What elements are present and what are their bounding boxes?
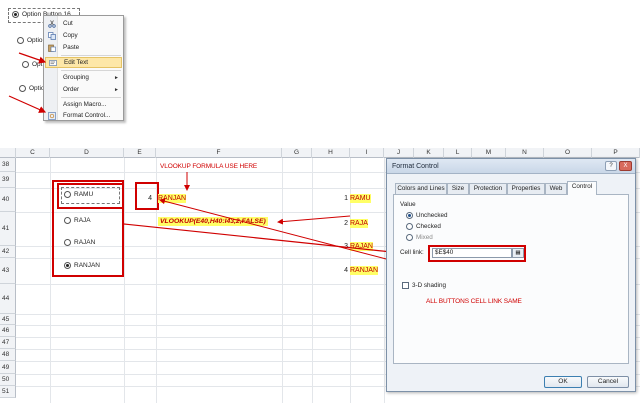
row-header[interactable]: 47 [0, 337, 16, 349]
close-button[interactable]: X [619, 161, 632, 171]
radio-icon [406, 223, 413, 230]
top-arrows [8, 52, 47, 113]
column-header[interactable]: E [124, 148, 156, 158]
option-button-ranjan[interactable]: RANJAN [64, 262, 100, 269]
radio-icon [406, 234, 413, 241]
row-header[interactable]: 43 [0, 258, 16, 284]
option-label: RAMU [74, 191, 94, 198]
option-button-raja[interactable]: RAJA [64, 217, 91, 224]
column-header[interactable]: L [444, 148, 472, 158]
value-checked-radio[interactable]: Checked [406, 223, 441, 230]
lookup-name[interactable]: RAJA [350, 219, 368, 228]
tab-colors-and-lines[interactable]: Colors and Lines [395, 183, 447, 194]
lookup-name[interactable]: RAMU [350, 194, 371, 203]
gridline [384, 158, 385, 403]
tab-size[interactable]: Size [447, 183, 469, 194]
row-header[interactable]: 50 [0, 374, 16, 386]
lookup-number[interactable]: 4 [336, 266, 348, 275]
ok-button[interactable]: OK [544, 376, 582, 388]
option-button-ramu[interactable]: RAMU [64, 191, 93, 198]
help-button[interactable]: ? [605, 161, 617, 171]
tab-protection[interactable]: Protection [469, 183, 507, 194]
lookup-name[interactable]: RAJAN [350, 242, 373, 251]
column-header[interactable]: O [544, 148, 592, 158]
lookup-number[interactable]: 3 [336, 242, 348, 251]
column-header[interactable]: G [282, 148, 312, 158]
row-header[interactable]: 42 [0, 246, 16, 258]
tab-web[interactable]: Web [545, 183, 567, 194]
row-header[interactable]: 39 [0, 172, 16, 188]
row-header[interactable]: 45 [0, 314, 16, 325]
gridline [282, 158, 283, 403]
column-header[interactable]: I [350, 148, 384, 158]
column-header[interactable]: P [592, 148, 640, 158]
lookup-number[interactable]: 1 [336, 194, 348, 203]
row-header[interactable]: 46 [0, 325, 16, 337]
cancel-button[interactable]: Cancel [587, 376, 629, 388]
lookup-number[interactable]: 2 [336, 219, 348, 228]
gridline [124, 158, 125, 403]
3d-shading-checkbox[interactable] [402, 282, 409, 289]
row-header[interactable]: 49 [0, 361, 16, 374]
column-header[interactable]: M [472, 148, 506, 158]
column-header[interactable]: J [384, 148, 414, 158]
lookup-name[interactable]: RANJAN [350, 266, 379, 275]
column-header[interactable]: C [16, 148, 50, 158]
select-all-corner[interactable] [0, 148, 16, 158]
arrow-to-edit-text [18, 52, 47, 64]
result-cell-f40[interactable]: RANJAN [158, 194, 187, 203]
row-header[interactable]: 44 [0, 284, 16, 314]
row-header[interactable]: 51 [0, 386, 16, 398]
linked-cell-e40[interactable]: 4 [138, 194, 152, 203]
gridline [50, 158, 51, 403]
radio-label: Checked [416, 223, 441, 230]
radio-label: Mixed [416, 234, 433, 241]
cell-link-note: ALL BUTTONS CELL LINK SAME [426, 298, 522, 305]
option-label: RAJAN [74, 239, 96, 246]
column-header[interactable]: N [506, 148, 544, 158]
row-header[interactable]: 41 [0, 212, 16, 246]
format-control-dialog: Format Control ? X Colors and Lines Size… [386, 158, 636, 392]
column-header[interactable]: D [50, 148, 124, 158]
radio-selected-icon [64, 262, 71, 269]
radio-label: Unchecked [416, 212, 448, 219]
range-select-icon[interactable]: ▦ [512, 248, 524, 258]
3d-shading-label: 3-D shading [412, 282, 446, 289]
row-header[interactable]: 48 [0, 349, 16, 361]
row-header[interactable]: 38 [0, 158, 16, 172]
column-header[interactable]: H [312, 148, 350, 158]
row-header[interactable]: 40 [0, 188, 16, 212]
formula-annotation: VLOOKUP(E40,H40:I43,2,FALSE) [158, 217, 268, 226]
column-header[interactable]: F [156, 148, 282, 158]
value-group-label: Value [400, 201, 416, 208]
value-mixed-radio: Mixed [406, 234, 433, 241]
vlookup-note: VLOOKUP FORMULA USE HERE [160, 163, 258, 170]
value-unchecked-radio[interactable]: Unchecked [406, 212, 448, 219]
option-button-rajan[interactable]: RAJAN [64, 239, 95, 246]
option-label: RANJAN [74, 262, 101, 269]
control-tab-panel: Value Unchecked Checked Mixed Cell link:… [393, 194, 629, 364]
tab-properties[interactable]: Properties [507, 183, 545, 194]
gridline [312, 158, 313, 403]
radio-icon [64, 239, 71, 246]
tab-control[interactable]: Control [567, 181, 597, 195]
radio-selected-icon [406, 212, 413, 219]
radio-icon [64, 191, 71, 198]
cell-link-label: Cell link: [400, 249, 424, 256]
option-label: RAJA [74, 217, 91, 224]
column-header[interactable]: K [414, 148, 444, 158]
column-header-bar: C D E F G H I J K L M N O P [0, 148, 640, 158]
arrow-to-format-control [8, 95, 47, 113]
radio-icon [64, 217, 71, 224]
dialog-title: Format Control [387, 159, 635, 174]
cell-link-input[interactable]: $E$40 [432, 248, 512, 258]
